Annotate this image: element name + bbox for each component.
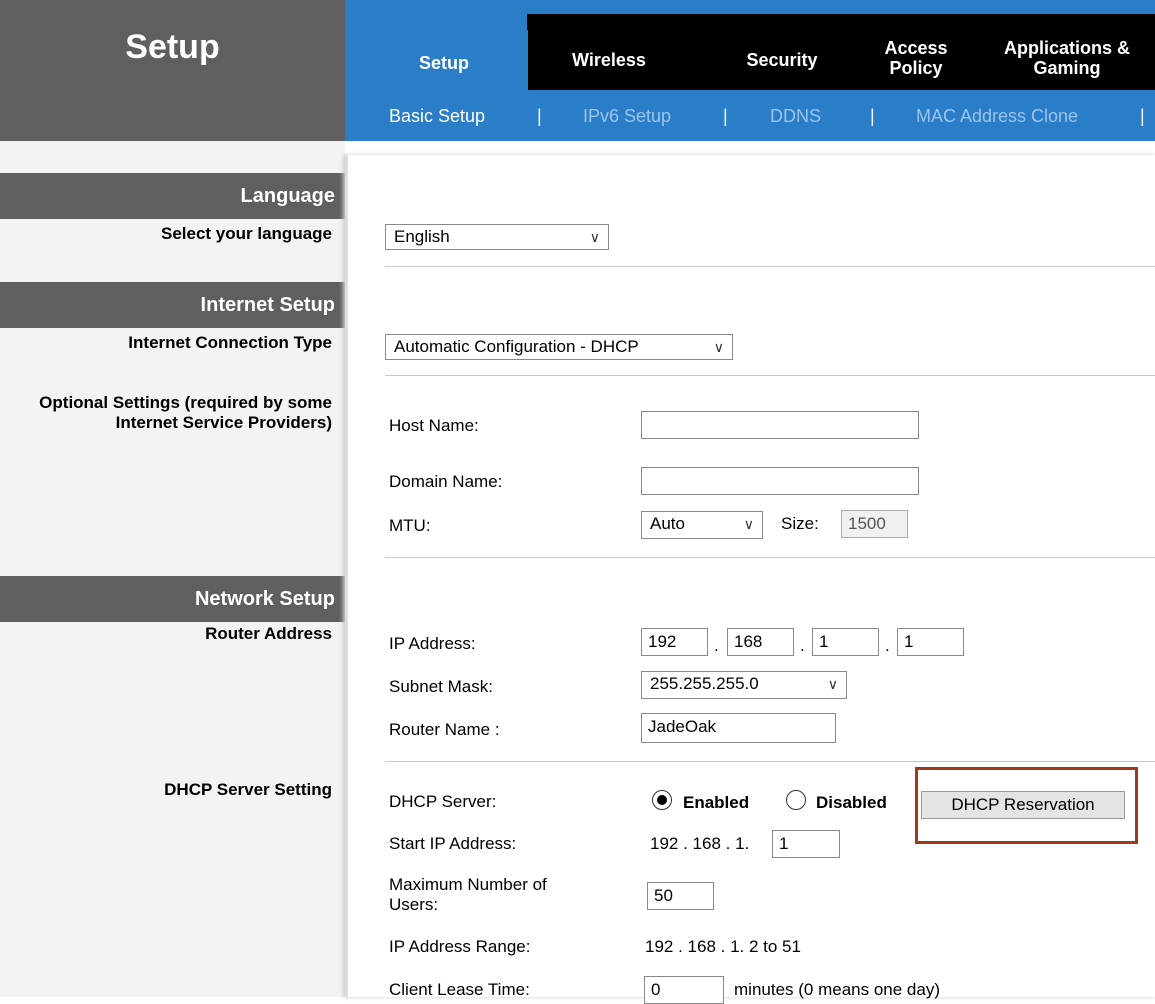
subnav-separator: | bbox=[537, 106, 542, 126]
tab-wireless[interactable]: Wireless bbox=[540, 50, 678, 70]
domain-name-input[interactable] bbox=[641, 467, 919, 495]
divider bbox=[385, 761, 1155, 762]
section-header-internet-setup: Internet Setup bbox=[0, 282, 345, 328]
dhcp-disabled-radio[interactable] bbox=[786, 790, 806, 810]
label-router-address: Router Address bbox=[205, 624, 332, 643]
tab-security[interactable]: Security bbox=[708, 50, 856, 70]
subnet-mask-value: 255.255.255.0 bbox=[650, 674, 759, 693]
mtu-label: MTU: bbox=[389, 516, 431, 535]
chevron-down-icon: ∨ bbox=[827, 676, 838, 692]
dhcp-enabled-label: Enabled bbox=[683, 793, 750, 812]
subnet-mask-label: Subnet Mask: bbox=[389, 677, 493, 696]
chevron-down-icon: ∨ bbox=[589, 229, 600, 245]
host-name-label: Host Name: bbox=[389, 416, 479, 435]
ip-dot: . bbox=[714, 636, 719, 655]
subnav-ddns[interactable]: DDNS bbox=[770, 106, 821, 127]
highlight-box bbox=[915, 767, 1138, 844]
left-column bbox=[0, 141, 345, 997]
ip-dot: . bbox=[885, 636, 890, 655]
ip-octet-1-input[interactable]: 192 bbox=[641, 628, 708, 656]
label-dhcp-server-setting: DHCP Server Setting bbox=[164, 780, 332, 799]
label-optional-settings: Optional Settings (required by some Inte… bbox=[39, 393, 332, 432]
max-users-label: Maximum Number of Users: bbox=[389, 875, 547, 914]
mtu-size-input: 1500 bbox=[841, 510, 908, 538]
label-connection-type: Internet Connection Type bbox=[128, 333, 332, 352]
dhcp-server-label: DHCP Server: bbox=[389, 792, 497, 811]
ip-range-label: IP Address Range: bbox=[389, 937, 531, 956]
subnav-basic-setup[interactable]: Basic Setup bbox=[389, 106, 485, 127]
router-name-input[interactable]: JadeOak bbox=[641, 713, 836, 743]
tab-setup[interactable]: Setup bbox=[360, 53, 528, 73]
connection-type-value: Automatic Configuration - DHCP bbox=[394, 337, 639, 356]
subnav-separator: | bbox=[870, 106, 875, 126]
start-ip-last-octet-input[interactable]: 1 bbox=[772, 830, 840, 858]
mtu-select[interactable]: Auto ∨ bbox=[641, 511, 763, 539]
divider bbox=[385, 557, 1155, 558]
subnav-separator: | bbox=[723, 106, 728, 126]
tab-access-policy[interactable]: Access Policy bbox=[856, 38, 976, 78]
ip-dot: . bbox=[800, 636, 805, 655]
connection-type-select[interactable]: Automatic Configuration - DHCP ∨ bbox=[385, 334, 733, 360]
start-ip-prefix: 192 . 168 . 1. bbox=[650, 834, 750, 853]
language-select[interactable]: English ∨ bbox=[385, 224, 609, 250]
ip-octet-3-input[interactable]: 1 bbox=[812, 628, 879, 656]
tab-access-policy-label: Access Policy bbox=[884, 38, 948, 78]
subnet-mask-select[interactable]: 255.255.255.0 ∨ bbox=[641, 671, 847, 699]
max-users-input[interactable]: 50 bbox=[647, 882, 714, 910]
host-name-input[interactable] bbox=[641, 411, 919, 439]
router-name-label: Router Name : bbox=[389, 720, 500, 739]
lease-time-note: minutes (0 means one day) bbox=[734, 980, 940, 999]
chevron-down-icon: ∨ bbox=[743, 516, 754, 532]
mtu-select-value: Auto bbox=[650, 514, 685, 533]
start-ip-label: Start IP Address: bbox=[389, 834, 517, 853]
divider bbox=[385, 375, 1155, 376]
ip-octet-4-input[interactable]: 1 bbox=[897, 628, 964, 656]
subnav-separator: | bbox=[1140, 106, 1145, 126]
tab-applications-gaming-label: Applications & Gaming bbox=[1003, 38, 1130, 78]
page-title: Setup bbox=[125, 28, 220, 66]
language-select-value: English bbox=[394, 227, 450, 246]
lease-time-input[interactable]: 0 bbox=[644, 976, 724, 1004]
divider bbox=[385, 266, 1155, 267]
label-select-language: Select your language bbox=[161, 224, 332, 243]
domain-name-label: Domain Name: bbox=[389, 472, 503, 491]
header-left-panel bbox=[0, 0, 345, 141]
dhcp-enabled-radio[interactable] bbox=[652, 790, 672, 810]
subnav-mac-address-clone[interactable]: MAC Address Clone bbox=[916, 106, 1078, 127]
chevron-down-icon: ∨ bbox=[713, 339, 724, 355]
subnav-ipv6-setup[interactable]: IPv6 Setup bbox=[583, 106, 671, 127]
size-label: Size: bbox=[781, 514, 819, 533]
ip-range-value: 192 . 168 . 1. 2 to 51 bbox=[645, 937, 801, 956]
tab-applications-gaming[interactable]: Applications & Gaming bbox=[982, 38, 1152, 78]
section-header-language: Language bbox=[0, 173, 345, 219]
ip-address-label: IP Address: bbox=[389, 634, 476, 653]
dhcp-disabled-label: Disabled bbox=[816, 793, 887, 812]
section-header-network-setup: Network Setup bbox=[0, 576, 345, 622]
content-panel bbox=[345, 155, 1155, 997]
lease-time-label: Client Lease Time: bbox=[389, 980, 530, 999]
ip-octet-2-input[interactable]: 168 bbox=[727, 628, 794, 656]
